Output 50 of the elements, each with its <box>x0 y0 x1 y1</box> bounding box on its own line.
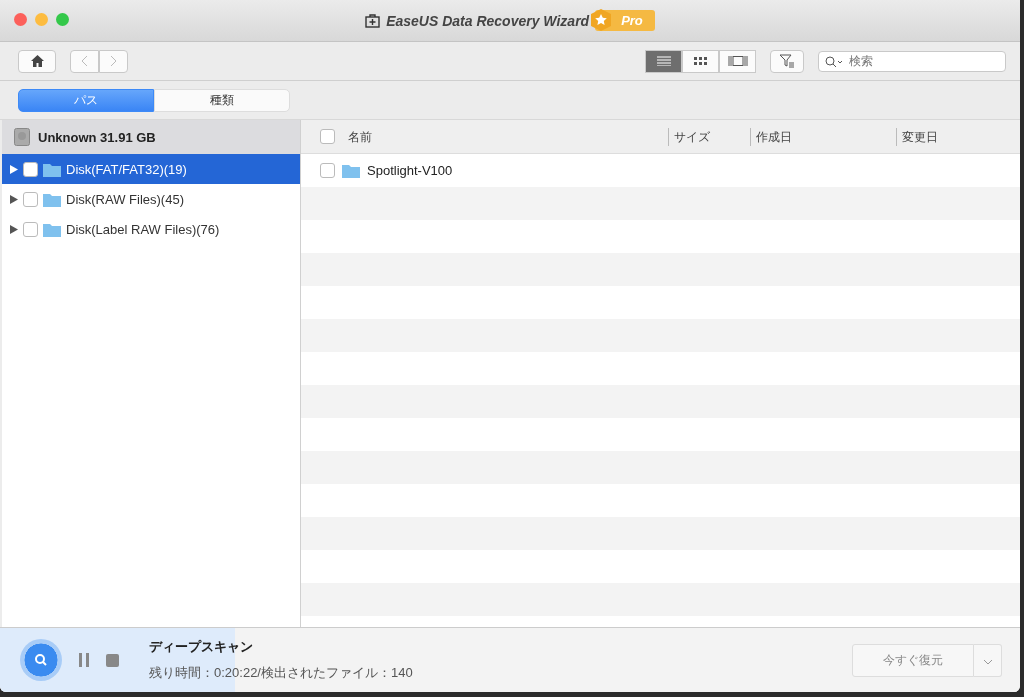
caret-icon <box>982 658 993 665</box>
item-checkbox[interactable] <box>23 161 38 177</box>
item-label: Disk(FAT/FAT32)(19) <box>66 161 187 177</box>
filter-button[interactable] <box>770 49 804 73</box>
sidebar-item[interactable]: Disk(FAT/FAT32)(19) <box>2 154 300 184</box>
home-icon <box>30 55 44 67</box>
folder-icon <box>43 221 61 237</box>
restore-menu-button[interactable] <box>974 643 1002 677</box>
expand-triangle-icon[interactable] <box>10 224 18 234</box>
expand-triangle-icon[interactable] <box>10 164 18 174</box>
folder-icon <box>43 191 61 207</box>
zoom-button[interactable] <box>56 13 69 26</box>
filter-icon <box>779 54 795 68</box>
close-button[interactable] <box>14 13 27 26</box>
grid-view-button[interactable] <box>682 49 719 73</box>
list-view-button[interactable] <box>645 49 682 73</box>
column-header[interactable]: サイズ <box>668 127 750 146</box>
folder-icon <box>342 163 360 178</box>
back-button[interactable] <box>70 49 99 73</box>
minimize-button[interactable] <box>35 13 48 26</box>
file-name: Spotlight-V100 <box>367 163 453 178</box>
drive-label: Unknown 31.91 GB <box>38 129 156 145</box>
drive-icon <box>14 128 30 146</box>
select-all-checkbox[interactable] <box>320 129 335 144</box>
item-checkbox[interactable] <box>23 221 38 237</box>
grid-icon <box>693 56 708 66</box>
home-button[interactable] <box>18 49 56 73</box>
cover-view-button[interactable] <box>719 49 756 73</box>
scan-detail: 残り時間：0:20:22/検出されたファイル：140 <box>149 664 413 682</box>
chevron-right-icon <box>110 55 117 67</box>
column-header[interactable]: 変更日 <box>896 127 1017 146</box>
expand-triangle-icon[interactable] <box>10 194 18 204</box>
column-header[interactable]: 名前 <box>343 127 668 146</box>
view-tab[interactable]: 種類 <box>154 88 290 112</box>
item-label: Disk(Label RAW Files)(76) <box>66 221 220 237</box>
folder-icon <box>43 161 61 177</box>
list-lines-icon <box>656 56 671 66</box>
item-label: Disk(RAW Files)(45) <box>66 191 184 207</box>
chevron-left-icon <box>81 55 88 67</box>
window-title: EaseUS Data Recovery Wizard <box>386 12 590 29</box>
scan-title: ディープスキャン <box>149 638 254 656</box>
forward-button[interactable] <box>99 49 128 73</box>
column-header[interactable]: 作成日 <box>750 127 896 146</box>
row-checkbox[interactable] <box>320 163 335 178</box>
search-icon <box>825 55 843 68</box>
app-logo-icon <box>365 13 381 28</box>
pause-button[interactable] <box>78 653 90 667</box>
cover-flow-icon <box>727 56 748 66</box>
item-checkbox[interactable] <box>23 191 38 207</box>
search-field[interactable]: 検索 <box>818 50 1006 72</box>
